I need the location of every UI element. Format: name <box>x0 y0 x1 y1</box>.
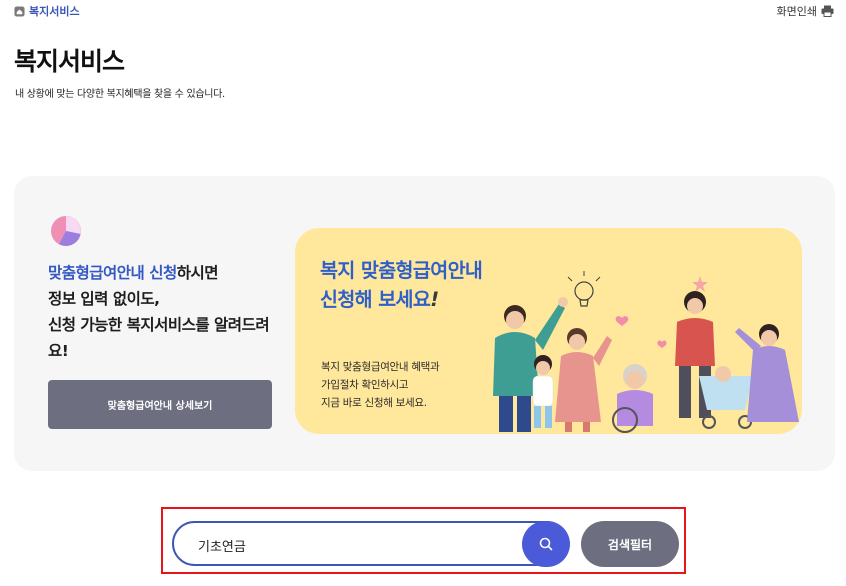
print-button[interactable]: 화면인쇄 <box>777 3 834 19</box>
home-icon <box>14 5 25 17</box>
detail-button[interactable]: 맞춤형급여안내 상세보기 <box>48 380 272 429</box>
print-icon <box>821 5 834 17</box>
banner-title-mark: ! <box>430 288 439 311</box>
promo-line2: 정보 입력 없이도, <box>48 290 160 308</box>
promo-line1-rest: 하시면 <box>176 264 219 282</box>
page-title: 복지서비스 <box>14 47 125 76</box>
promo-line3: 신청 가능한 복지서비스를 알려드려요! <box>48 316 270 360</box>
banner-sub-line2: 가입절차 확인하시고 <box>321 379 409 391</box>
search-field[interactable] <box>172 521 569 566</box>
search-filter-button[interactable]: 검색필터 <box>581 521 679 567</box>
page-description: 내 상황에 맞는 다양한 복지혜택을 찾을 수 있습니다. <box>15 89 225 100</box>
search-area: 검색필터 <box>161 507 686 574</box>
search-icon <box>539 537 553 551</box>
search-button[interactable] <box>522 521 570 567</box>
promo-highlight: 맞춤형급여안내 신청 <box>48 264 177 282</box>
banner-sub-line1: 복지 맞춤형급여안내 혜택과 <box>321 361 440 373</box>
promo-message: 맞춤형급여안내 신청하시면 정보 입력 없이도, 신청 가능한 복지서비스를 알… <box>48 260 278 364</box>
banner-sub-line3: 지금 바로 신청해 보세요. <box>321 397 427 409</box>
breadcrumb: 복지서비스 <box>14 3 80 19</box>
banner-title: 복지 맞춤형급여안내 신청해 보세요! <box>320 256 483 314</box>
search-input[interactable] <box>196 531 520 559</box>
banner-subtext: 복지 맞춤형급여안내 혜택과 가입절차 확인하시고 지금 바로 신청해 보세요. <box>321 358 440 412</box>
breadcrumb-current[interactable]: 복지서비스 <box>29 3 80 19</box>
pie-chart-icon <box>51 216 81 246</box>
promo-section: 맞춤형급여안내 신청하시면 정보 입력 없이도, 신청 가능한 복지서비스를 알… <box>14 176 835 471</box>
promo-banner[interactable]: 복지 맞춤형급여안내 신청해 보세요! 복지 맞춤형급여안내 혜택과 가입절차 … <box>295 228 802 434</box>
family-illustration <box>493 271 799 433</box>
print-label: 화면인쇄 <box>776 5 817 18</box>
banner-title-line1: 복지 맞춤형급여안내 <box>320 259 483 282</box>
banner-title-line2: 신청해 보세요 <box>320 288 431 311</box>
